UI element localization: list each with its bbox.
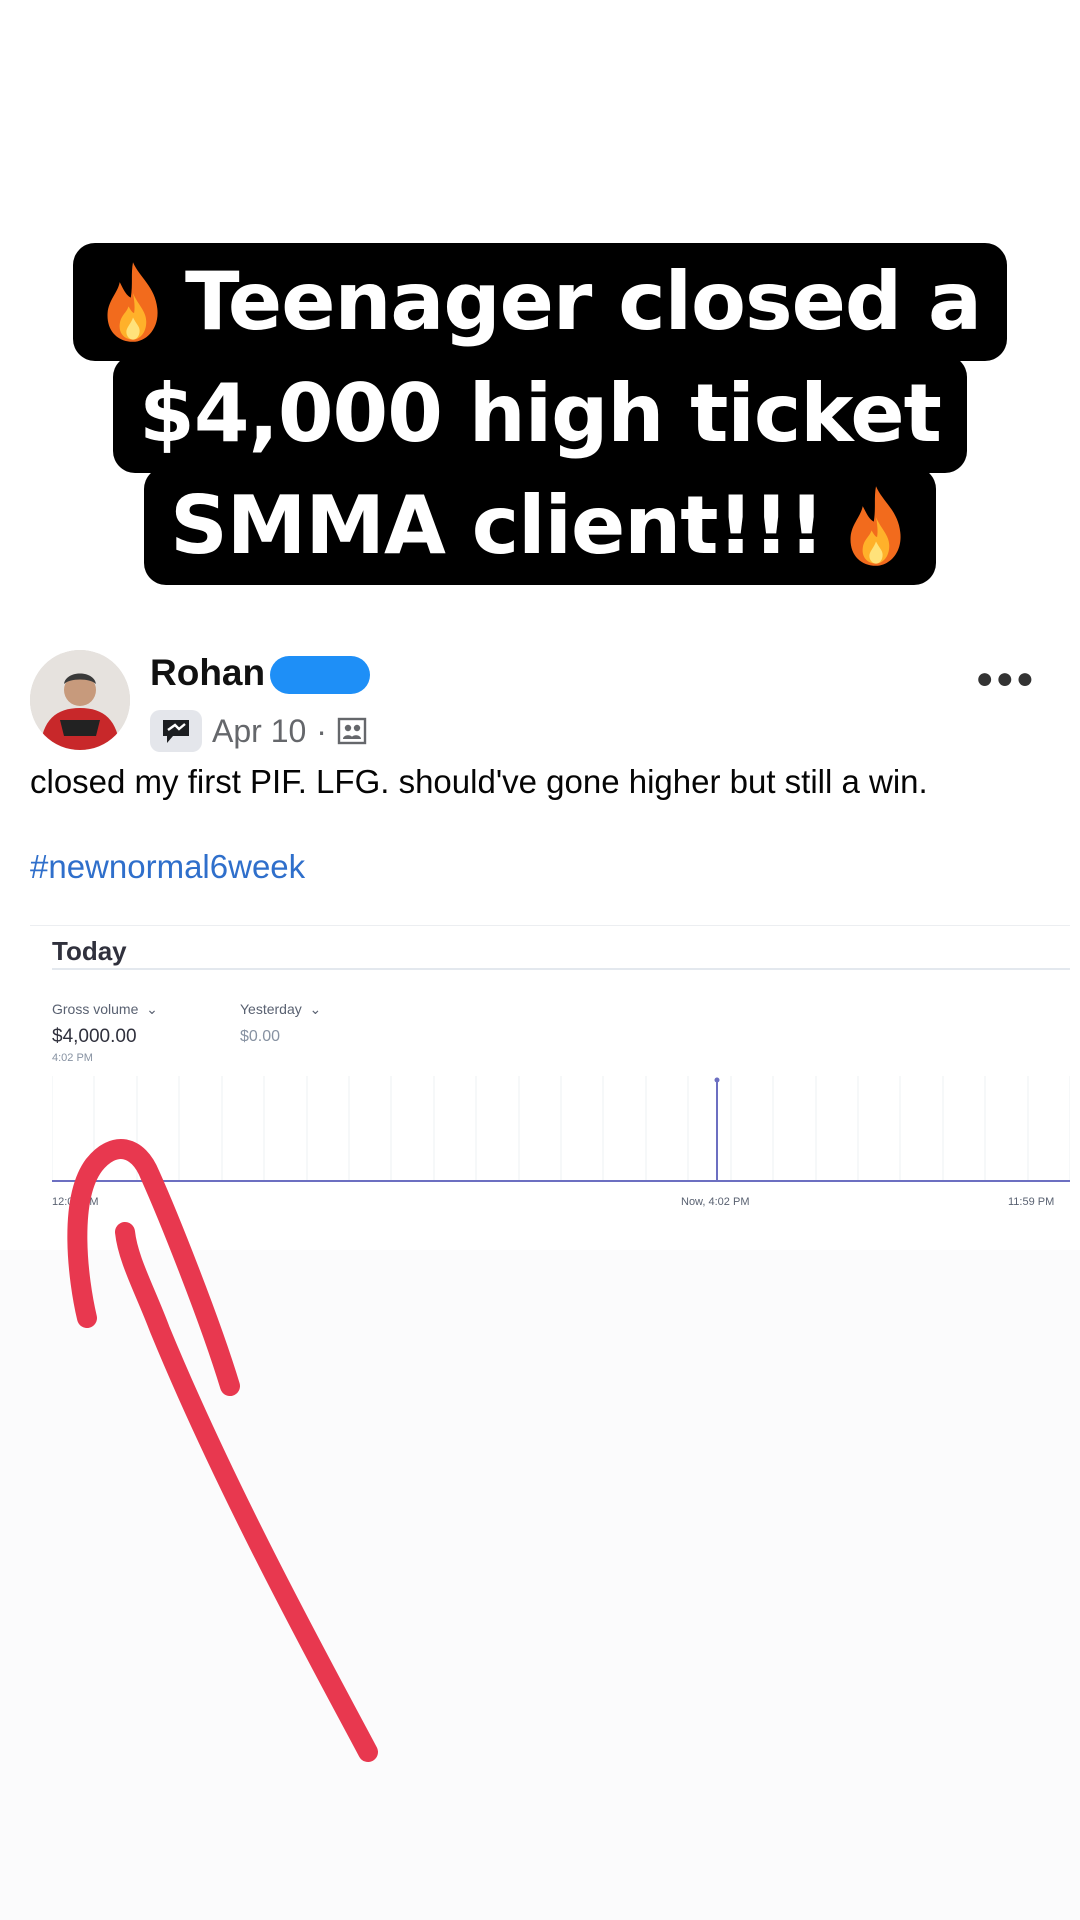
- red-arrow-annotation: [67, 1139, 378, 1762]
